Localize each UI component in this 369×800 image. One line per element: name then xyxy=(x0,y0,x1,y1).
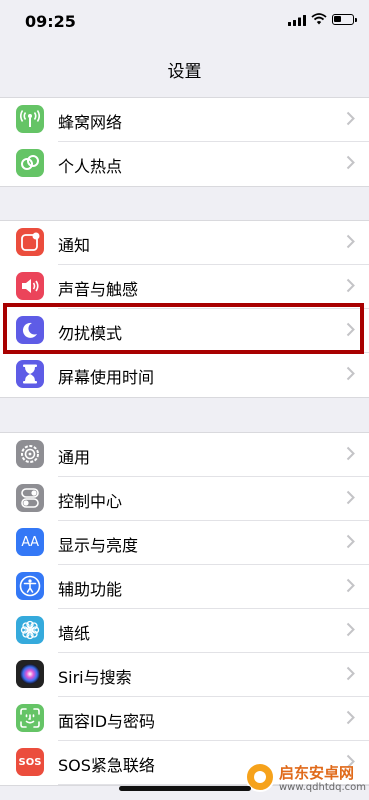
chevron-right-icon xyxy=(346,578,355,593)
chevron-right-icon xyxy=(346,490,355,505)
settings-group-network: 蜂窝网络 个人热点 xyxy=(0,97,369,187)
settings-row-label: 面容ID与密码 xyxy=(58,712,156,731)
text-size-icon: AA xyxy=(16,528,44,556)
toggles-icon xyxy=(16,484,44,512)
speaker-icon xyxy=(16,272,44,300)
status-bar: 09:25 xyxy=(0,0,369,44)
chevron-right-icon xyxy=(346,710,355,725)
settings-group-general: 通用 控制中心 AA 显示与亮度 辅助功能 墙纸 Siri与搜索 面容ID与密码… xyxy=(0,432,369,786)
chevron-right-icon xyxy=(346,622,355,637)
settings-row-label: 控制中心 xyxy=(58,492,123,511)
highlight-box xyxy=(3,303,364,354)
hourglass-icon xyxy=(16,360,44,388)
settings-row-notifications[interactable]: 通知 xyxy=(0,221,369,265)
gear-icon xyxy=(16,440,44,468)
hotspot-link-icon xyxy=(16,149,44,177)
flower-icon xyxy=(16,616,44,644)
cellular-signal-icon xyxy=(288,15,306,26)
text-size-glyph: AA xyxy=(21,534,39,550)
settings-row-label: 墙纸 xyxy=(58,624,91,643)
settings-row-label: 蜂窝网络 xyxy=(58,113,123,132)
battery-icon xyxy=(332,14,357,25)
cellular-antenna-icon xyxy=(16,105,44,133)
settings-row-general[interactable]: 通用 xyxy=(0,433,369,477)
settings-row-accessibility[interactable]: 辅助功能 xyxy=(0,565,369,609)
watermark-url: www.qdhtdq.com xyxy=(279,782,366,793)
settings-row-cellular[interactable]: 蜂窝网络 xyxy=(0,98,369,142)
chevron-right-icon xyxy=(346,534,355,549)
chevron-right-icon xyxy=(346,234,355,249)
settings-row-label: SOS紧急联络 xyxy=(58,756,155,775)
settings-row-face-id[interactable]: 面容ID与密码 xyxy=(0,697,369,741)
settings-row-label: Siri与搜索 xyxy=(58,668,132,687)
chevron-right-icon xyxy=(346,366,355,381)
settings-row-hotspot[interactable]: 个人热点 xyxy=(0,142,369,186)
notifications-icon xyxy=(16,228,44,256)
chevron-right-icon xyxy=(346,446,355,461)
settings-row-label: 通知 xyxy=(58,236,91,255)
settings-row-label: 声音与触感 xyxy=(58,280,139,299)
settings-row-label: 通用 xyxy=(58,448,91,467)
settings-row-siri[interactable]: Siri与搜索 xyxy=(0,653,369,697)
watermark-title: 启东安卓网 xyxy=(279,764,355,782)
chevron-right-icon xyxy=(346,111,355,126)
page-title: 设置 xyxy=(167,62,202,82)
settings-row-display[interactable]: AA 显示与亮度 xyxy=(0,521,369,565)
settings-row-wallpaper[interactable]: 墙纸 xyxy=(0,609,369,653)
settings-row-label: 显示与亮度 xyxy=(58,536,139,555)
chevron-right-icon xyxy=(346,155,355,170)
status-time: 09:25 xyxy=(25,12,76,31)
face-id-icon xyxy=(16,704,44,732)
settings-row-screen-time[interactable]: 屏幕使用时间 xyxy=(0,353,369,397)
settings-row-label: 个人热点 xyxy=(58,157,123,176)
home-indicator[interactable] xyxy=(119,786,251,791)
chevron-right-icon xyxy=(346,278,355,293)
wifi-icon xyxy=(311,13,327,25)
chevron-right-icon xyxy=(346,666,355,681)
watermark: 启东安卓网 www.qdhtdq.com xyxy=(245,760,366,798)
settings-row-control-center[interactable]: 控制中心 xyxy=(0,477,369,521)
sos-icon: SOS xyxy=(16,748,44,776)
siri-icon xyxy=(16,660,44,688)
settings-row-label: 辅助功能 xyxy=(58,580,123,599)
settings-row-label: 屏幕使用时间 xyxy=(58,368,155,387)
sos-glyph: SOS xyxy=(18,756,42,768)
accessibility-icon xyxy=(16,572,44,600)
